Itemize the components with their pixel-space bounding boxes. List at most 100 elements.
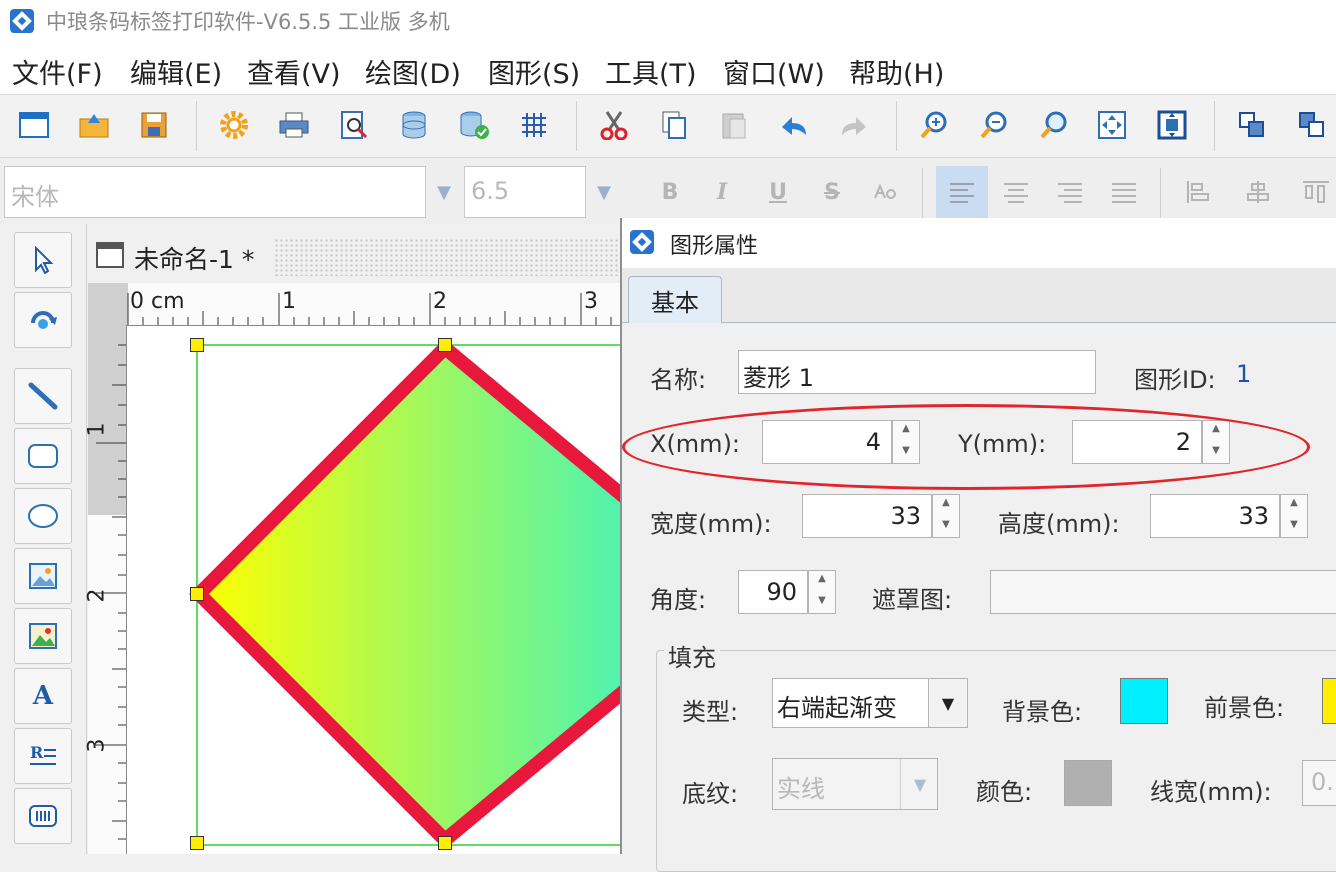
undo-icon[interactable] [772,103,816,147]
open-icon[interactable] [72,103,116,147]
menu-window[interactable]: 窗口(W) [723,52,825,91]
resize-handle-bottom-center[interactable] [438,836,452,850]
ellipse-icon[interactable] [14,488,72,544]
align-justify-icon[interactable] [1104,172,1144,212]
menu-shape[interactable]: 图形(S) [488,52,580,91]
send-back-icon[interactable] [1290,103,1334,147]
resize-handle-middle-left[interactable] [190,587,204,601]
window-title: 中琅条码标签打印软件-V6.5.5 工业版 多机 [46,10,450,34]
fill-type-value: 右端起渐变 [777,694,897,722]
ruler-label-v1: 1 [84,422,110,437]
fit-selection-icon[interactable] [1150,103,1194,147]
angle-input[interactable]: 90 [738,570,808,614]
image-icon[interactable] [14,548,72,604]
database-icon[interactable] [392,103,436,147]
print-icon[interactable] [272,103,316,147]
font-name-dropdown-icon[interactable]: ▼ [426,166,462,218]
menu-view[interactable]: 查看(V) [247,52,341,91]
spacing-icon[interactable] [866,172,906,212]
italic-button[interactable]: I [702,172,742,212]
settings-icon[interactable] [212,103,256,147]
background-color-swatch[interactable] [1120,678,1168,724]
design-canvas[interactable] [127,326,620,854]
toolbar-separator [896,101,897,151]
angle-label: 角度: [650,586,707,614]
underline-button[interactable]: U [758,172,798,212]
menu-tools[interactable]: 工具(T) [605,52,697,91]
height-value: 33 [1238,502,1269,530]
font-size-dropdown-icon[interactable]: ▼ [586,166,622,218]
select-icon[interactable] [14,232,72,288]
align-left-icon[interactable] [936,166,988,218]
align-objects-top-icon[interactable] [1296,172,1336,212]
line-width-input[interactable]: 0. [1302,760,1336,806]
menu-file[interactable]: 文件(F) [12,52,103,91]
rich-text-icon[interactable]: R [14,728,72,784]
text-icon[interactable]: A [14,668,72,724]
bring-front-icon[interactable] [1230,103,1274,147]
menu-help[interactable]: 帮助(H) [849,52,944,91]
zoom-icon[interactable] [1032,103,1076,147]
foreground-color-label: 前景色: [1204,694,1285,722]
tab-drag-area [274,238,620,276]
strikethrough-button[interactable]: S [812,172,852,212]
redo-icon[interactable] [832,103,876,147]
font-size-select[interactable]: 6.5 [464,166,586,218]
align-objects-left-icon[interactable] [1180,172,1220,212]
highlight-annotation [622,404,1310,490]
align-right-icon[interactable] [1050,172,1090,212]
rotate-icon[interactable] [14,292,72,348]
cut-icon[interactable] [592,103,636,147]
fill-group-label: 填充 [664,638,720,673]
app-logo-icon [10,9,34,33]
toolbar-separator [922,168,923,218]
toolbar-separator [1160,168,1161,218]
font-name-value: 宋体 [11,183,59,211]
save-icon[interactable] [132,103,176,147]
line-icon[interactable] [14,368,72,424]
ruler-label-v3: 3 [84,738,110,753]
document-tab[interactable]: 未命名-1 * [88,232,620,282]
angle-stepper[interactable]: ▲ ▼ [808,570,836,614]
menu-edit[interactable]: 编辑(E) [130,52,222,91]
height-input[interactable]: 33 [1150,494,1280,538]
zoom-in-icon[interactable] [912,103,956,147]
main-toolbar [0,95,1336,158]
pattern-dropdown-icon[interactable]: ▼ [900,759,939,809]
copy-icon[interactable] [652,103,696,147]
pattern-color-swatch[interactable] [1064,760,1112,806]
toolbar-separator [1214,101,1215,151]
rhombus[interactable] [189,338,620,850]
bold-button[interactable]: B [650,172,690,212]
name-input[interactable]: 菱形 1 [738,350,1096,394]
rounded-rect-icon[interactable] [14,428,72,484]
align-center-icon[interactable] [996,172,1036,212]
shape-id-value: 1 [1236,360,1252,388]
print-preview-icon[interactable] [332,103,376,147]
new-icon[interactable] [12,103,56,147]
menu-draw[interactable]: 绘图(D) [365,52,461,91]
width-input[interactable]: 33 [802,494,932,538]
format-toolbar: 宋体 ▼ 6.5 ▼ B I U S [0,158,1336,224]
svg-text:R: R [30,743,44,762]
fill-type-dropdown-icon[interactable]: ▼ [928,679,967,727]
fit-page-icon[interactable] [1090,103,1134,147]
barcode-icon[interactable] [14,788,72,844]
height-stepper[interactable]: ▲ ▼ [1280,494,1308,538]
align-objects-center-icon[interactable] [1238,172,1278,212]
font-name-select[interactable]: 宋体 [4,166,426,218]
resize-handle-bottom-left[interactable] [190,836,204,850]
paste-icon[interactable] [712,103,756,147]
name-label: 名称: [650,366,707,394]
width-stepper[interactable]: ▲ ▼ [932,494,960,538]
grid-icon[interactable] [512,103,556,147]
image-embed-icon[interactable] [14,608,72,664]
resize-handle-top-center[interactable] [438,338,452,352]
tab-basic[interactable]: 基本 [628,276,722,323]
zoom-out-icon[interactable] [972,103,1016,147]
mask-image-input[interactable] [990,570,1336,614]
name-value: 菱形 1 [743,364,814,392]
foreground-color-swatch[interactable] [1322,678,1336,724]
resize-handle-top-left[interactable] [190,338,204,352]
database-connect-icon[interactable] [452,103,496,147]
